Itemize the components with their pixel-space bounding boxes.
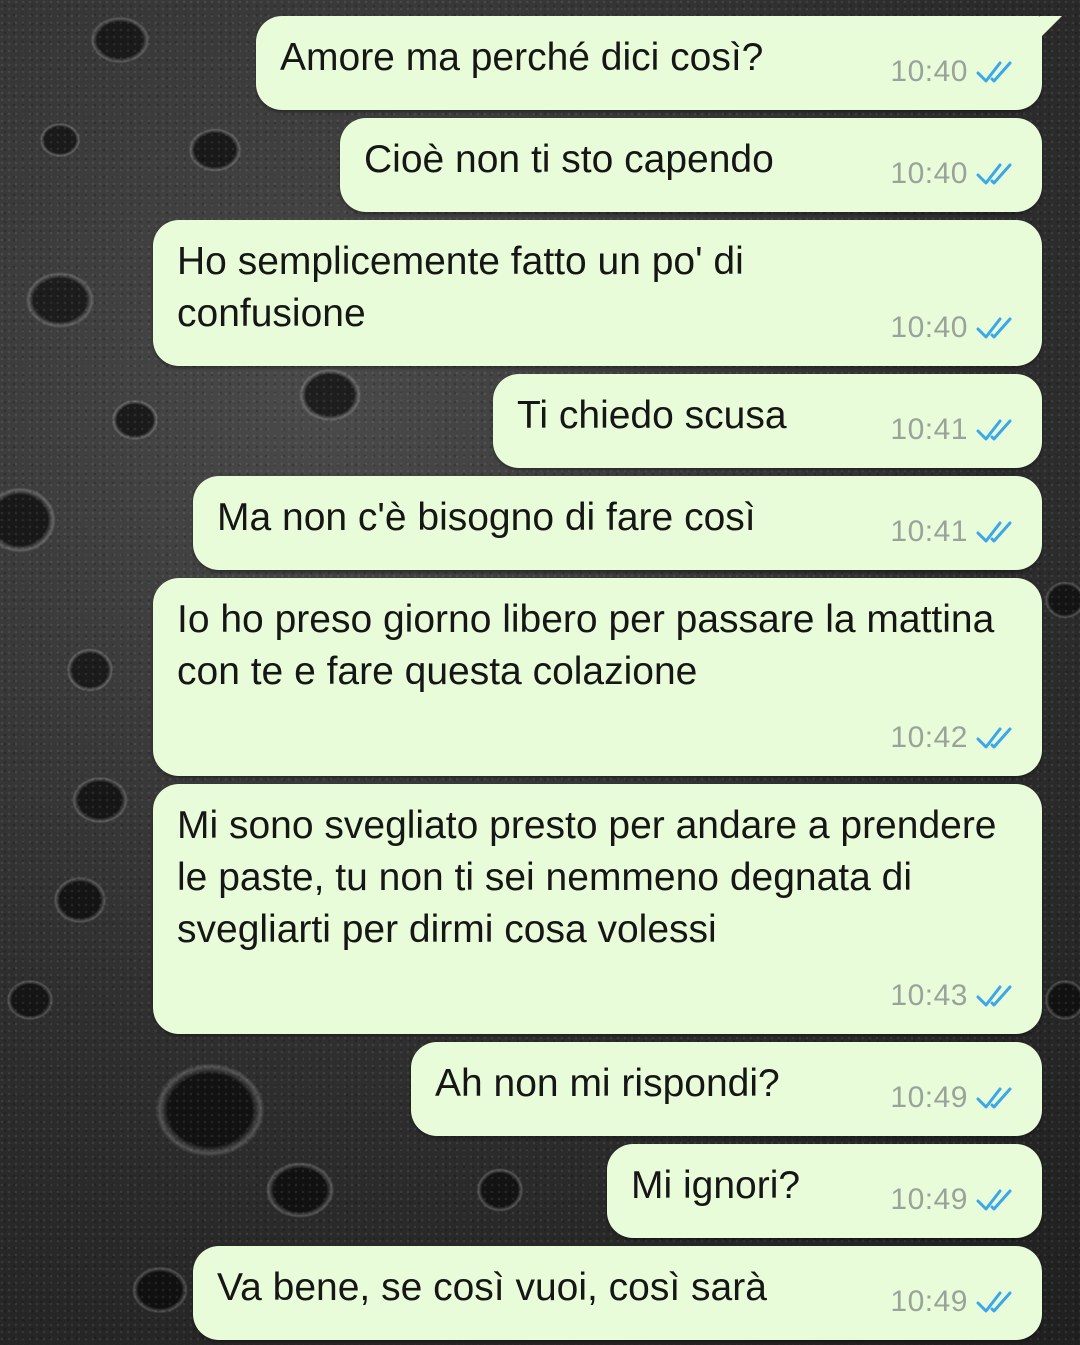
double-check-icon [976,61,1012,83]
message-bubble[interactable]: Io ho preso giorno libero per passare la… [153,578,1042,776]
message-text: Mi ignori? [631,1164,801,1207]
message-text: Cioè non ti sto capendo [364,138,774,181]
message-bubble[interactable]: Ti chiedo scusa 10:41 [493,374,1042,468]
double-check-icon [976,1189,1012,1211]
message-time: 10:41 [890,413,968,446]
message-meta: 10:40 [890,302,1018,354]
message-text: Ti chiedo scusa [517,394,787,437]
message-time: 10:40 [890,157,968,190]
message-bubble[interactable]: Amore ma perché dici così? 10:40 [256,16,1062,110]
double-check-icon [976,317,1012,339]
message-bubble[interactable]: Va bene, se così vuoi, così sarà 10:49 [193,1246,1042,1340]
message-time: 10:49 [890,1285,968,1318]
message-time: 10:42 [890,721,968,754]
message-meta: 10:41 [890,404,1018,456]
message-text: Amore ma perché dici così? [280,36,764,79]
message-meta: 10:43 [890,970,1018,1022]
double-check-icon [976,163,1012,185]
message-bubble[interactable]: Cioè non ti sto capendo 10:40 [340,118,1042,212]
message-text: Mi sono svegliato presto per andare a pr… [177,804,997,951]
message-time: 10:49 [890,1081,968,1114]
message-meta: 10:49 [890,1276,1018,1328]
double-check-icon [976,521,1012,543]
chat-thread[interactable]: Amore ma perché dici così? 10:40 Cioè no… [0,0,1080,1345]
message-text: Ah non mi rispondi? [435,1062,780,1105]
message-time: 10:41 [890,515,968,548]
message-text: Io ho preso giorno libero per passare la… [177,598,995,693]
double-check-icon [976,1291,1012,1313]
message-text: Va bene, se così vuoi, così sarà [217,1266,767,1309]
message-meta: 10:49 [890,1174,1018,1226]
message-time: 10:40 [890,55,968,88]
message-time: 10:43 [890,979,968,1012]
message-time: 10:40 [890,311,968,344]
message-text: Ma non c'è bisogno di fare così [217,496,756,539]
message-text: Ho semplicemente fatto un po' di confusi… [177,240,744,335]
message-bubble[interactable]: Ah non mi rispondi? 10:49 [411,1042,1042,1136]
message-time: 10:49 [890,1183,968,1216]
message-bubble[interactable]: Ma non c'è bisogno di fare così 10:41 [193,476,1042,570]
message-meta: 10:41 [890,506,1018,558]
double-check-icon [976,419,1012,441]
message-bubble[interactable]: Ho semplicemente fatto un po' di confusi… [153,220,1042,366]
double-check-icon [976,1087,1012,1109]
message-bubble[interactable]: Mi sono svegliato presto per andare a pr… [153,784,1042,1034]
double-check-icon [976,985,1012,1007]
message-meta: 10:40 [890,148,1018,200]
message-meta: 10:49 [890,1072,1018,1124]
message-bubble[interactable]: Mi ignori? 10:49 [607,1144,1042,1238]
message-meta: 10:42 [890,712,1018,764]
double-check-icon [976,727,1012,749]
message-meta: 10:40 [890,46,1018,98]
